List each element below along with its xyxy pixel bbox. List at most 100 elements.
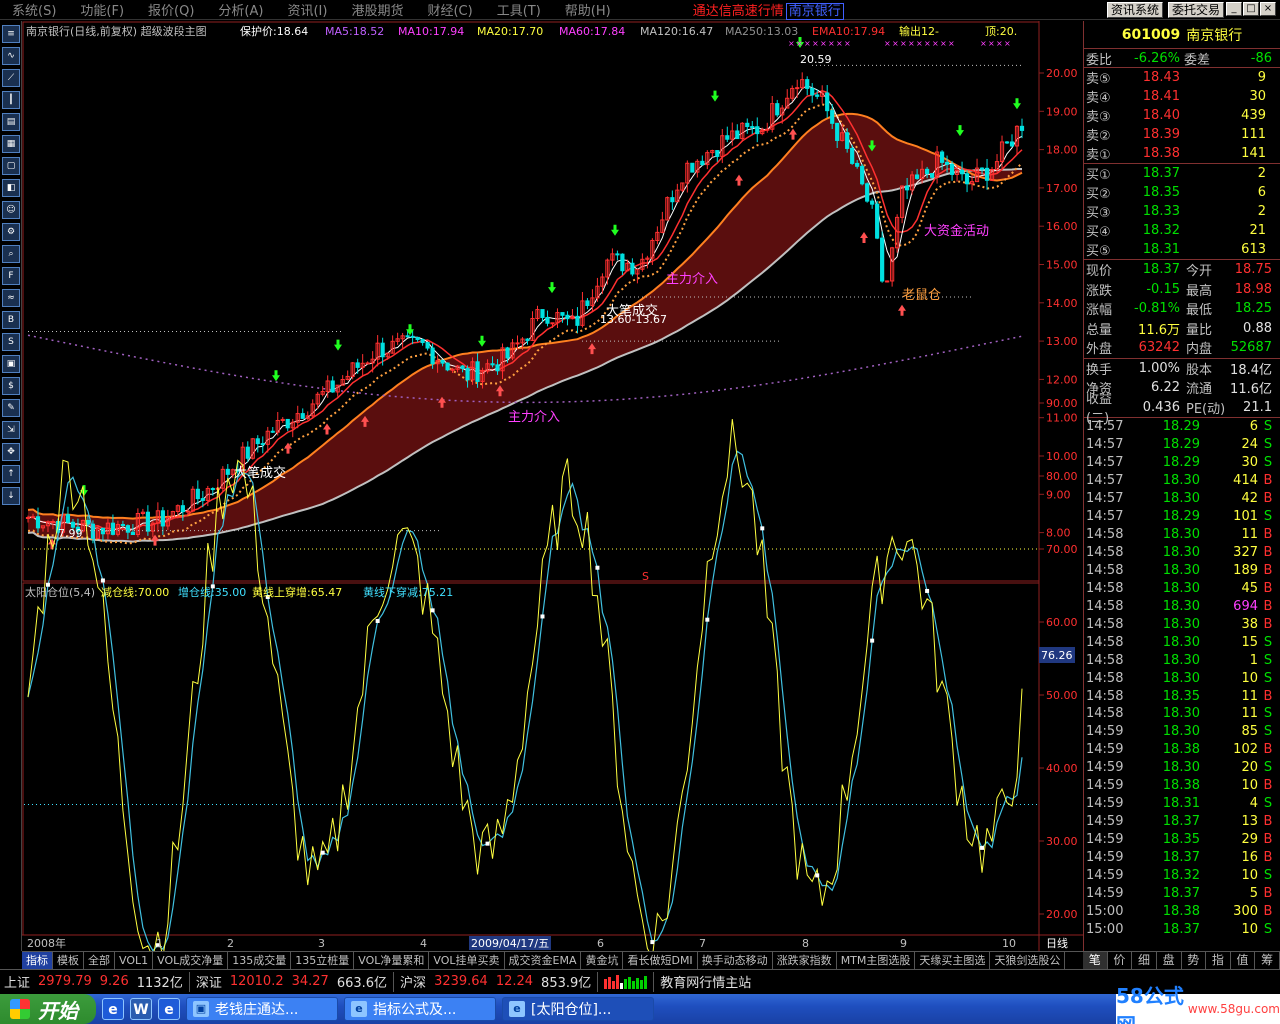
search-icon[interactable]: ⌕ — [2, 245, 20, 263]
indicator-tab[interactable]: 看长做短DMI — [623, 952, 698, 969]
minute-chart-icon[interactable]: ∿ — [2, 47, 20, 65]
task-item-1[interactable]: ▣ 老钱庄通达... — [186, 997, 338, 1021]
tick-direction: S — [1263, 921, 1273, 937]
tick-price: 18.29 — [1162, 419, 1200, 435]
menu-info[interactable]: 资讯(I) — [275, 0, 339, 19]
indicator-tab[interactable]: 指标 — [22, 952, 53, 969]
indicator-tab[interactable]: VOL净量累和 — [354, 952, 430, 969]
menu-tools[interactable]: 工具(T) — [485, 0, 553, 19]
arrow-up-icon[interactable]: ↑ — [2, 465, 20, 483]
date-tick: 10 — [1002, 937, 1016, 950]
folder-icon[interactable]: ◧ — [2, 179, 20, 197]
indicator-dot — [925, 588, 930, 593]
panel-tab[interactable]: 盘 — [1157, 952, 1182, 969]
tick-row: 14:57 18.29 24 S — [1084, 436, 1280, 454]
server-site[interactable]: 教育网行情主站 — [656, 972, 755, 991]
quote-list-icon[interactable]: ≡ — [2, 25, 20, 43]
indicator-tab[interactable]: 天缘买主图选 — [915, 952, 991, 969]
table-icon[interactable]: ▦ — [2, 135, 20, 153]
indicator-tab[interactable]: VOL1 — [115, 952, 154, 969]
export-icon[interactable]: ⇲ — [2, 421, 20, 439]
indicator-tick-label: 30.00 — [1046, 835, 1078, 848]
pen-icon[interactable]: ✎ — [2, 399, 20, 417]
indicator-tab[interactable]: 黄金坑 — [581, 952, 624, 969]
ask-volume: 30 — [1249, 89, 1266, 104]
indicator-tab[interactable]: 全部 — [84, 952, 115, 969]
maximize-icon[interactable]: □ — [1243, 2, 1259, 16]
ask-label: 卖② — [1086, 129, 1111, 144]
period-label[interactable]: 日线 — [1046, 936, 1068, 950]
ie-icon[interactable]: e — [102, 998, 124, 1020]
users-icon[interactable]: ☺ — [2, 201, 20, 219]
menu-hk-futures[interactable]: 港股期货 — [339, 0, 415, 19]
panel-tab[interactable]: 细 — [1132, 952, 1157, 969]
tick-list[interactable]: 14:57 18.29 6 S 14:57 18.29 24 S 14:57 18.29 30 S 14… — [1084, 418, 1280, 938]
panel-tab[interactable]: 筹 — [1255, 952, 1280, 969]
task-item-3[interactable]: e [太阳仓位]... — [502, 997, 654, 1021]
signal-marker: × — [948, 39, 955, 48]
fundamentals: 换手 1.00% 股本 18.4亿 净资 6.22 流通 11.6亿 收益(二) 0.436 PE(… — [1084, 359, 1280, 426]
indicator-tab[interactable]: 天狼剑选股公 — [990, 952, 1066, 969]
tick-time: 14:58 — [1086, 616, 1124, 632]
menu-finance[interactable]: 财经(C) — [415, 0, 484, 19]
indicator-tab[interactable]: 模板 — [53, 952, 84, 969]
tick-volume: 327 — [1233, 545, 1258, 561]
tick-direction: S — [1263, 437, 1273, 453]
candle-body — [415, 336, 420, 341]
candle-body — [670, 197, 675, 203]
panel-tab[interactable]: 指 — [1206, 952, 1231, 969]
menu-help[interactable]: 帮助(H) — [553, 0, 623, 19]
dollar-icon[interactable]: $ — [2, 377, 20, 395]
tick-time: 15:00 — [1086, 921, 1124, 937]
word-icon[interactable]: W — [130, 998, 152, 1020]
move-icon[interactable]: ✥ — [2, 443, 20, 461]
menu-system[interactable]: 系统(S) — [0, 0, 68, 19]
menu-analysis[interactable]: 分析(A) — [206, 0, 275, 19]
panel-tab[interactable]: 势 — [1182, 952, 1207, 969]
panel-tab[interactable]: 值 — [1231, 952, 1256, 969]
indicator-tab[interactable]: MTM主图选股 — [837, 952, 916, 969]
indicator-tab[interactable]: 135立桩量 — [291, 952, 355, 969]
kline-icon[interactable]: ┃ — [2, 91, 20, 109]
ssi-icon[interactable]: S — [2, 333, 20, 351]
candle-body — [825, 92, 830, 112]
news-system-button[interactable]: 资讯系统 — [1107, 2, 1164, 18]
candle-body — [860, 165, 865, 185]
bsi-icon[interactable]: B — [2, 311, 20, 329]
indicator-tab[interactable]: 135成交量 — [228, 952, 292, 969]
chart-area[interactable]: 南京银行(日线,前复权) 超级波段主图 保护价:18.64 MA5:18.52 … — [22, 21, 1083, 951]
report-icon[interactable]: ▤ — [2, 113, 20, 131]
indicator-tab[interactable]: 涨跌家指数 — [773, 952, 837, 969]
minimize-icon[interactable]: _ — [1226, 2, 1242, 16]
f10-icon[interactable]: F — [2, 267, 20, 285]
calc-icon[interactable]: ▣ — [2, 355, 20, 373]
fundamental-value: 1.00% — [1138, 360, 1180, 376]
indicator-tab[interactable]: VOL成交净量 — [153, 952, 229, 969]
indicator-tab[interactable]: 成交资金EMA — [505, 952, 582, 969]
panel-tab[interactable]: 价 — [1108, 952, 1133, 969]
trade-button[interactable]: 委托交易 — [1168, 2, 1225, 18]
tick-price: 18.30 — [1162, 473, 1200, 489]
tick-volume: 10 — [1241, 867, 1258, 883]
indicator-tab[interactable]: 换手动态移动 — [698, 952, 773, 969]
ask-row: 卖① 18.38 141 — [1084, 144, 1280, 163]
ie-icon-2[interactable]: e — [158, 998, 180, 1020]
analysis-icon[interactable]: ⚙ — [2, 223, 20, 241]
wave-icon[interactable]: ≈ — [2, 289, 20, 307]
line-chart-icon[interactable]: ⟋ — [2, 69, 20, 87]
document-icon[interactable]: ▢ — [2, 157, 20, 175]
arrow-down-icon[interactable]: ↓ — [2, 487, 20, 505]
panel-tab[interactable]: 笔 — [1083, 952, 1108, 969]
task-item-2[interactable]: e 指标公式及... — [344, 997, 496, 1021]
indicator-tab[interactable]: VOL挂单买卖 — [429, 952, 505, 969]
tick-direction: B — [1263, 598, 1273, 614]
start-button[interactable]: 开始 — [0, 994, 96, 1024]
menu-function[interactable]: 功能(F) — [68, 0, 136, 19]
close-icon[interactable]: × — [1260, 2, 1276, 16]
tick-volume: 5 — [1249, 885, 1258, 901]
tick-row: 14:59 18.38 10 B — [1084, 777, 1280, 795]
price-tick-label: 17.00 — [1046, 182, 1078, 195]
menu-quote[interactable]: 报价(Q) — [136, 0, 206, 19]
candle-body — [964, 173, 970, 185]
tick-volume: 189 — [1233, 562, 1258, 578]
